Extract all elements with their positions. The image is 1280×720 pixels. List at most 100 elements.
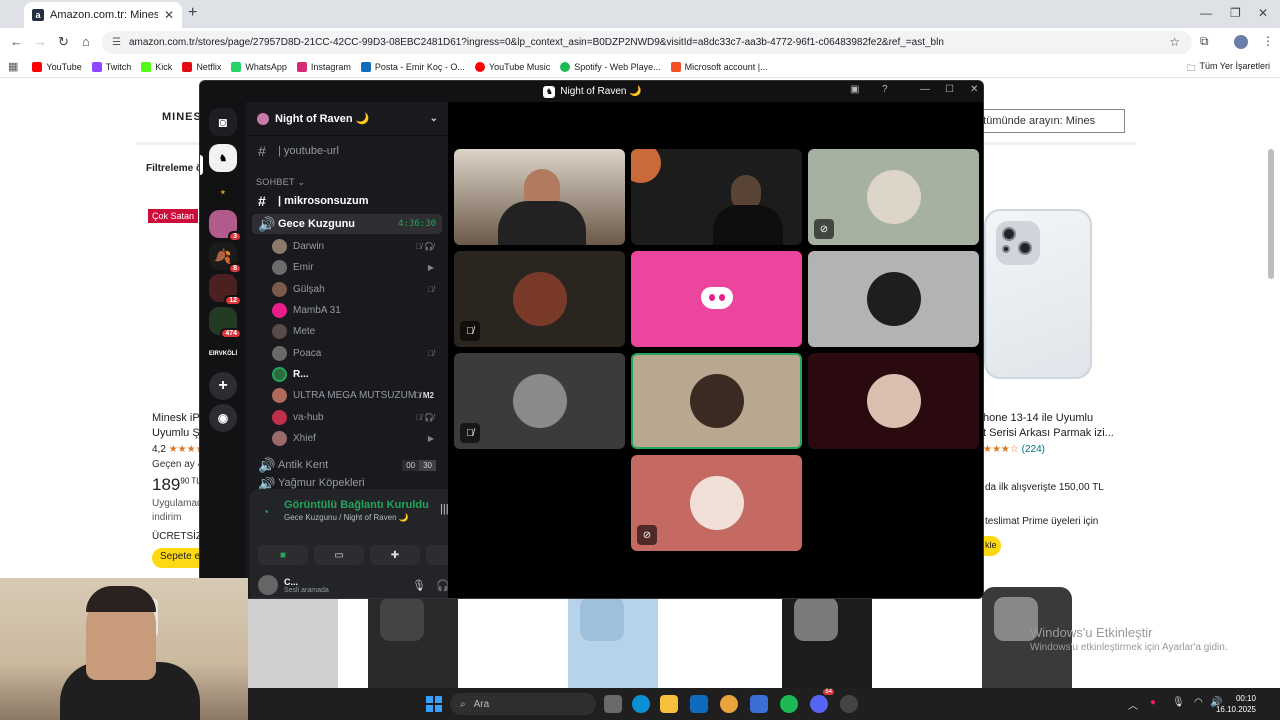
product-image[interactable] (782, 587, 872, 695)
activity-button[interactable]: ✚ (370, 545, 420, 565)
home-icon[interactable]: ⌂ (82, 34, 90, 49)
outlook-icon[interactable] (690, 695, 708, 713)
video-tile[interactable] (808, 353, 979, 449)
voice-user[interactable]: ULTRA MEGA MUTSUZUM 🎙̸ M2 (272, 385, 438, 405)
video-tile[interactable] (631, 149, 802, 245)
video-tile-speaking[interactable] (631, 353, 802, 449)
all-bookmarks-button[interactable]: 🗀 Tüm Yer İşaretleri (1186, 61, 1270, 77)
help-icon[interactable]: ? (882, 84, 888, 95)
extensions-icon[interactable]: ⧉ (1200, 34, 1209, 49)
discord-home-icon[interactable]: ◙ (209, 108, 237, 136)
inbox-icon[interactable]: ▣ (850, 84, 859, 95)
forward-icon[interactable]: → (34, 34, 47, 49)
task-view-icon[interactable] (604, 695, 622, 713)
server-icon[interactable]: 474 (209, 307, 242, 339)
menu-kebab-icon[interactable]: ⋮ (1262, 34, 1274, 48)
product-image[interactable] (982, 587, 1072, 695)
bookmark-item[interactable]: YouTube Music (474, 61, 550, 72)
microphone-icon[interactable]: 🎙 (412, 579, 426, 592)
video-tile[interactable] (808, 251, 979, 347)
product-title-left[interactable]: Minesk iPh Uyumlu Şe (152, 411, 206, 441)
voice-location[interactable]: Gece Kuzgunu / Night of Raven 🌙 (284, 513, 409, 522)
profile-avatar[interactable] (1234, 35, 1248, 49)
tray-chevron-icon[interactable]: ︿ (1128, 697, 1138, 712)
app-icon[interactable] (840, 695, 858, 713)
edge-icon[interactable] (632, 695, 650, 713)
site-info-icon[interactable]: ☰ (112, 37, 121, 48)
video-tile[interactable]: ⊘ (631, 455, 802, 551)
reload-icon[interactable]: ↻ (58, 34, 69, 50)
new-tab-icon[interactable]: + (188, 4, 197, 22)
product-image[interactable] (248, 587, 338, 695)
microphone-icon[interactable]: 🎙 (1172, 697, 1185, 708)
voice-user[interactable]: Emir ▶ (272, 257, 438, 277)
discover-icon[interactable]: ◉ (209, 404, 237, 432)
server-icon[interactable]: EIRVKÖLİ (209, 340, 237, 368)
discord-icon[interactable]: 64 (810, 689, 834, 713)
page-scrollbar[interactable] (1268, 149, 1274, 279)
bookmark-item[interactable]: Spotify - Web Playe... (560, 61, 661, 72)
product-image[interactable] (368, 587, 458, 695)
video-tile[interactable]: 🎙̸ (454, 251, 625, 347)
chrome-icon[interactable] (720, 695, 738, 713)
voice-user[interactable]: Mete (272, 321, 438, 341)
file-explorer-icon[interactable] (660, 695, 678, 713)
screen-share-button[interactable]: ▭ (314, 545, 364, 565)
back-icon[interactable]: ← (10, 34, 23, 49)
bookmark-item[interactable]: Netflix (182, 61, 221, 72)
spotify-icon[interactable] (780, 695, 798, 713)
video-tile[interactable] (631, 251, 802, 347)
server-icon[interactable]: 3 (209, 210, 242, 242)
close-icon[interactable]: ✕ (970, 84, 978, 95)
close-tab-icon[interactable]: ✕ (164, 8, 174, 22)
voice-channel-yagmur[interactable]: 🔊 Yağmur Köpekleri (252, 477, 442, 489)
add-to-cart-button-right[interactable]: kle (983, 536, 1001, 556)
channel-youtube-url[interactable]: # | youtube-url (252, 141, 442, 161)
windows-start-icon[interactable] (426, 696, 442, 712)
store-search-input[interactable]: n tümünde arayın: Mines (965, 109, 1125, 133)
bookmark-star-icon[interactable]: ☆ (1169, 35, 1180, 49)
voice-user[interactable]: Gülşah 🎙̸ (272, 279, 438, 299)
voice-user[interactable]: Poaca 🎙̸ (272, 343, 438, 363)
video-tile[interactable]: ⊘ (808, 149, 979, 245)
channel-mikrosonsuzum[interactable]: # | mikrosonsuzum (252, 191, 442, 211)
bookmark-item[interactable]: YouTube (32, 61, 82, 72)
current-user[interactable]: C... Sesli aramada (258, 575, 329, 595)
server-night-of-raven[interactable]: ♞ (209, 144, 237, 172)
server-header[interactable]: Night of Raven 🌙 ⌄ (246, 102, 448, 136)
server-icon[interactable]: ★ (209, 178, 237, 206)
apps-grid-icon[interactable]: ▦ (8, 60, 18, 73)
chevron-down-icon[interactable]: ⌄ (430, 113, 438, 124)
minimize-icon[interactable]: — (920, 84, 930, 95)
voice-user[interactable]: Xhief ▶ (272, 428, 438, 448)
server-icon[interactable]: 🍂 8 (209, 242, 242, 274)
voice-user[interactable]: va-hub 🎙̸ 🎧̸ (272, 407, 438, 427)
video-tile[interactable]: 🎙̸ (454, 353, 625, 449)
bookmark-item[interactable]: Posta - Emir Koç - O... (360, 61, 465, 72)
server-icon[interactable]: 12 (209, 274, 242, 306)
tab-amazon[interactable]: a Amazon.com.tr: Minesk Premiu ✕ (24, 2, 182, 28)
wifi-icon[interactable]: ◠ (1194, 697, 1203, 708)
video-tile[interactable] (454, 149, 625, 245)
voice-user[interactable]: R... (272, 364, 438, 384)
maximize-icon[interactable]: ☐ (945, 84, 954, 95)
product-image-right[interactable] (984, 209, 1092, 379)
store-icon[interactable] (750, 695, 768, 713)
bookmark-item[interactable]: Microsoft account |... (670, 61, 768, 72)
bookmark-item[interactable]: Twitch (91, 61, 131, 72)
taskbar-search[interactable]: ⌕ Ara (450, 693, 596, 715)
category-sohbet[interactable]: SOHBET ⌄ (256, 177, 305, 188)
voice-channel-gece-kuzgunu[interactable]: 🔊 Gece Kuzgunu 4:36:30 (252, 214, 442, 234)
minimize-icon[interactable]: — (1200, 6, 1212, 20)
voice-user[interactable]: MambA 31 (272, 300, 438, 320)
tray-app-icon[interactable]: ● (1150, 697, 1156, 708)
voice-channel-antik-kent[interactable]: 🔊 Antik Kent 00 30 (252, 455, 442, 475)
restore-icon[interactable]: ❐ (1230, 6, 1241, 20)
close-window-icon[interactable]: ✕ (1258, 6, 1268, 20)
product-image[interactable] (568, 587, 658, 695)
clock[interactable]: 00:10 16.10.2025 (1216, 693, 1256, 715)
address-bar[interactable]: ☰ amazon.com.tr/stores/page/27957D8D-21C… (102, 31, 1192, 54)
bookmark-item[interactable]: Instagram (296, 61, 351, 72)
voice-user[interactable]: Darwin 🎙̸ 🎧̸ (272, 236, 438, 256)
camera-button[interactable]: ■ (258, 545, 308, 565)
